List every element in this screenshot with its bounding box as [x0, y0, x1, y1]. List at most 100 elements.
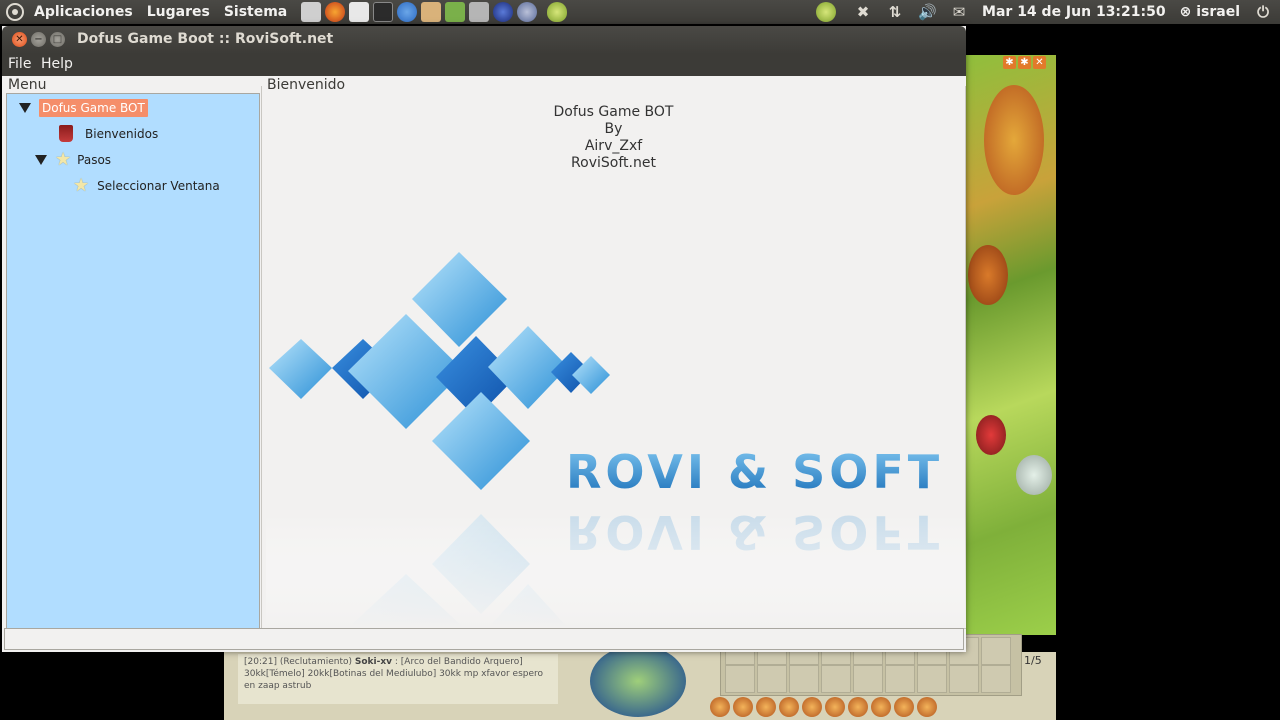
spreadsheet-launcher-icon[interactable]	[445, 2, 466, 22]
status-bar	[4, 628, 964, 650]
star-icon: ★	[73, 175, 90, 196]
logo-text: ROVI & SOFT	[566, 445, 943, 499]
spell-icon[interactable]	[710, 697, 730, 717]
game-options2-icon[interactable]: ✱	[1018, 56, 1031, 69]
tree-node-bienvenidos-label[interactable]: Bienvenidos	[85, 127, 158, 141]
game-window-buttons: ✱ ✱ ✕	[1003, 56, 1046, 69]
chat-time: [20:21]	[244, 657, 277, 667]
user-menu[interactable]: ⊗ israel	[1180, 4, 1240, 20]
tree-node-root[interactable]: Dofus Game BOT	[19, 99, 148, 117]
rovisoft-logo: ROVI & SOFT ROVI & SOFT	[266, 252, 966, 628]
file-manager-launcher-icon[interactable]	[421, 2, 442, 22]
spell-icon[interactable]	[848, 697, 868, 717]
logo-diamond	[269, 339, 332, 399]
minimize-icon[interactable]: −	[31, 32, 46, 47]
white-flower	[1016, 455, 1052, 495]
star-icon: ★	[55, 149, 72, 170]
logo-fade	[266, 514, 966, 628]
chat-player-name[interactable]: Soki-xv	[355, 657, 392, 667]
expander-icon[interactable]	[35, 155, 47, 165]
network-icon[interactable]: ⇅	[886, 3, 904, 21]
spell-icon[interactable]	[871, 697, 891, 717]
dofus-tray-icon[interactable]	[816, 2, 837, 22]
inventory-slot[interactable]	[821, 665, 851, 693]
logo-diamond	[412, 252, 507, 347]
credit-line: RoviSoft.net	[571, 155, 656, 171]
tree-node-root-label[interactable]: Dofus Game BOT	[39, 99, 148, 117]
inventory-slot[interactable]	[757, 665, 787, 693]
game-spell-bar	[710, 696, 980, 718]
autumn-tree	[984, 85, 1044, 195]
tree-node-seleccionar-ventana[interactable]: ★ Seleccionar Ventana	[73, 177, 220, 195]
inventory-slot[interactable]	[885, 665, 915, 693]
game-close-icon[interactable]: ✕	[1033, 56, 1046, 69]
menu-panel-title: Menu	[7, 77, 48, 93]
window-title: Dofus Game Boot :: RoviSoft.net	[77, 31, 334, 47]
close-icon[interactable]: ✕	[12, 32, 27, 47]
mail-icon[interactable]: ✉	[950, 3, 968, 21]
top-panel: Aplicaciones Lugares Sistema ✖ ⇅ 🔊 ✉ Mar…	[0, 0, 1280, 24]
terminal-launcher-icon[interactable]	[373, 2, 394, 22]
spell-icon[interactable]	[756, 697, 776, 717]
chrome-launcher-icon[interactable]	[397, 2, 418, 22]
panel-right-area: ✖ ⇅ 🔊 ✉ Mar 14 de Jun 13:21:50 ⊗ israel …	[816, 0, 1272, 24]
spell-icon[interactable]	[894, 697, 914, 717]
spell-icon[interactable]	[802, 697, 822, 717]
spell-icon[interactable]	[779, 697, 799, 717]
tree-node-seleccionar-label[interactable]: Seleccionar Ventana	[97, 179, 220, 193]
spell-icon[interactable]	[917, 697, 937, 717]
tree-panel: Dofus Game BOT Bienvenidos ★ Pasos ★ Sel…	[6, 93, 260, 629]
tree-trunk	[968, 245, 1008, 305]
credit-line: By	[604, 121, 623, 137]
spell-page-counter: 1/5	[1024, 654, 1042, 667]
tree-node-pasos-label[interactable]: Pasos	[77, 153, 111, 167]
user-status-icon: ⊗	[1179, 4, 1197, 20]
eclipse-launcher-icon[interactable]	[493, 2, 514, 22]
clock[interactable]: Mar 14 de Jun 13:21:50	[982, 4, 1166, 20]
volume-icon[interactable]: 🔊	[918, 3, 937, 21]
inventory-slot[interactable]	[949, 665, 979, 693]
logo-diamond	[432, 392, 530, 490]
tree-node-bienvenidos[interactable]: Bienvenidos	[59, 125, 158, 142]
content-panel: Dofus Game BOT By Airv_Zxf RoviSoft.net	[261, 86, 966, 629]
game-options-icon[interactable]: ✱	[1003, 56, 1016, 69]
inventory-slot[interactable]	[789, 665, 819, 693]
content-panel-title: Bienvenido	[266, 77, 347, 93]
screenshot-launcher-icon[interactable]	[301, 2, 322, 22]
window-titlebar[interactable]: ✕ − □ Dofus Game Boot :: RoviSoft.net	[2, 26, 966, 54]
dofus-egg-launcher-icon[interactable]	[547, 2, 568, 22]
tree-node-pasos[interactable]: ★ Pasos	[35, 151, 111, 169]
menubar: File Help	[2, 54, 966, 76]
pidgin-launcher-icon[interactable]	[517, 2, 538, 22]
app-window: ✕ − □ Dofus Game Boot :: RoviSoft.net Fi…	[2, 26, 966, 652]
text-editor-launcher-icon[interactable]	[349, 2, 370, 22]
credit-line: Airv_Zxf	[584, 138, 643, 154]
user-name: israel	[1196, 4, 1240, 20]
maximize-icon[interactable]: □	[50, 32, 65, 47]
expander-icon[interactable]	[19, 103, 31, 113]
inventory-slot[interactable]	[981, 637, 1011, 665]
inventory-slot[interactable]	[981, 665, 1011, 693]
game-chat[interactable]: [20:21] (Reclutamiento) Soki-xv : [Arco …	[238, 654, 558, 704]
dropbox-icon[interactable]: ✖	[854, 3, 872, 21]
firefox-launcher-icon[interactable]	[325, 2, 346, 22]
flower-bush	[976, 415, 1006, 455]
chat-channel: (Reclutamiento)	[279, 657, 352, 667]
spell-icon[interactable]	[825, 697, 845, 717]
cup-icon	[59, 125, 73, 142]
inventory-slot[interactable]	[917, 665, 947, 693]
logo-diamonds	[269, 252, 610, 490]
game-compass[interactable]	[590, 645, 686, 717]
menu-help[interactable]: Help	[41, 56, 73, 72]
credit-line: Dofus Game BOT	[553, 104, 674, 120]
menu-aplicaciones[interactable]: Aplicaciones	[34, 4, 133, 20]
ubuntu-logo-icon[interactable]	[6, 3, 24, 21]
menu-lugares[interactable]: Lugares	[147, 4, 210, 20]
power-icon[interactable]: ⏻	[1254, 3, 1272, 21]
printer-launcher-icon[interactable]	[469, 2, 490, 22]
menu-sistema[interactable]: Sistema	[224, 4, 287, 20]
inventory-slot[interactable]	[725, 665, 755, 693]
menu-file[interactable]: File	[8, 56, 31, 72]
inventory-slot[interactable]	[853, 665, 883, 693]
spell-icon[interactable]	[733, 697, 753, 717]
